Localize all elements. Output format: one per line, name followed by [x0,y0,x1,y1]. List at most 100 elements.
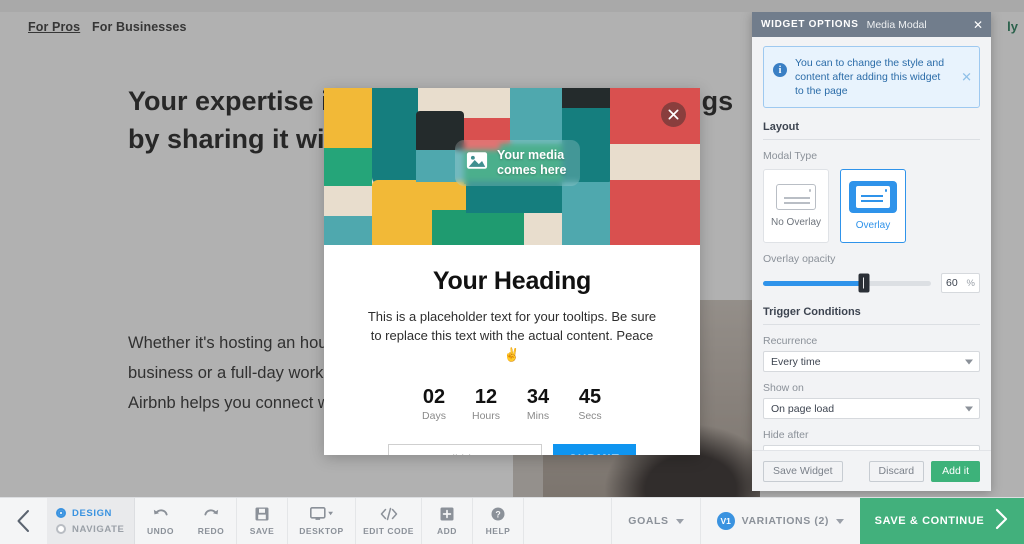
countdown-label: Secs [574,410,606,422]
tool-label: DESKTOP [299,526,343,536]
countdown-label: Mins [522,410,554,422]
hide-after-value: 20 [771,450,783,451]
variations-label: VARIATIONS (2) [742,515,829,527]
countdown-label: Hours [470,410,502,422]
signup-row: SUBMIT [358,444,666,455]
modal-type-option-label: Overlay [856,220,890,231]
countdown-unit-mins: 34 Mins [522,386,554,422]
editor-bottom-toolbar: DESIGN NAVIGATE UNDO REDO [0,497,1024,544]
modal-subtext: This is a placeholder text for your tool… [367,307,657,364]
countdown-value: 45 [574,386,606,408]
add-it-button[interactable]: Add it [931,461,980,482]
modal-media-area: Your media comes here [324,88,700,245]
countdown-value: 34 [522,386,554,408]
hide-after-label: Hide after [763,429,980,441]
toolbar-spacer [524,498,611,544]
show-on-select[interactable]: On page load [763,398,980,419]
modal-type-options: No Overlay Overlay [763,169,980,243]
hide-after-field[interactable]: 20 seconds [763,445,980,450]
save-disk-icon [255,506,269,521]
countdown-unit-secs: 45 Secs [574,386,606,422]
art-swatch [610,88,700,146]
overlay-opacity-value: 60 [946,277,958,289]
media-modal-preview: Your media comes here Your Heading This … [324,88,700,455]
question-circle-icon: ? [491,506,505,521]
radio-icon [56,508,66,518]
widget-panel-title: WIDGET OPTIONS [761,19,859,30]
close-icon[interactable] [661,102,686,127]
overlay-opacity-label: Overlay opacity [763,253,980,265]
tool-label: REDO [198,526,225,536]
overlay-opacity-control: 60 % [763,273,980,293]
goals-label: GOALS [628,515,668,527]
monitor-icon [310,506,334,521]
code-brackets-icon [380,506,398,521]
no-overlay-thumbnail-icon [776,184,816,210]
chevron-down-icon [965,406,973,411]
trigger-conditions-title: Trigger Conditions [763,306,980,325]
browser-chrome-strip [0,0,1024,12]
show-on-value: On page load [771,403,834,415]
info-banner-text: You can to change the style and content … [795,56,945,98]
widget-panel-footer: Save Widget Discard Add it [752,450,991,491]
overlay-opacity-input[interactable]: 60 % [941,273,980,293]
variations-dropdown[interactable]: V1 VARIATIONS (2) [700,498,860,544]
email-field[interactable] [388,444,542,455]
mode-switch: DESIGN NAVIGATE [47,498,135,544]
modal-type-option-label: No Overlay [771,217,821,228]
mode-option-navigate[interactable]: NAVIGATE [56,524,134,535]
art-swatch [418,88,506,113]
close-icon[interactable]: ✕ [973,19,983,31]
art-swatch [324,148,372,188]
modal-type-option-no-overlay[interactable]: No Overlay [763,169,829,243]
chevron-down-icon [965,359,973,364]
goals-dropdown[interactable]: GOALS [611,498,699,544]
save-widget-button[interactable]: Save Widget [763,461,843,482]
submit-button[interactable]: SUBMIT [553,444,636,455]
modal-type-label: Modal Type [763,150,980,162]
mode-option-label: NAVIGATE [72,524,124,535]
recurrence-value: Every time [771,356,821,368]
discard-button[interactable]: Discard [869,461,925,482]
art-swatch [372,216,432,245]
art-swatch [562,88,610,110]
desktop-viewport-button[interactable]: DESKTOP [288,498,356,544]
modal-heading: Your Heading [358,267,666,296]
slider-thumb[interactable] [858,274,869,293]
mode-option-design[interactable]: DESIGN [56,508,134,519]
add-button[interactable]: ADD [422,498,473,544]
hide-after-unit: seconds [921,450,960,451]
chevron-down-icon [676,519,684,524]
art-swatch [324,186,372,218]
tool-label: HELP [486,526,511,536]
modal-body: Your Heading This is a placeholder text … [324,245,700,455]
svg-text:?: ? [495,509,500,519]
countdown-unit-days: 02 Days [418,386,450,422]
media-placeholder-line2: comes here [497,163,566,177]
media-placeholder-badge: Your media comes here [455,140,580,186]
art-swatch [610,180,700,245]
edit-code-button[interactable]: EDIT CODE [356,498,422,544]
art-swatch [372,88,418,185]
recurrence-select[interactable]: Every time [763,351,980,372]
undo-button[interactable]: UNDO [135,498,186,544]
save-and-continue-label: SAVE & CONTINUE [875,515,985,527]
variation-badge: V1 [717,512,735,530]
save-button[interactable]: SAVE [237,498,288,544]
chevron-right-icon [994,508,1009,535]
plus-square-icon [440,506,454,521]
help-button[interactable]: ? HELP [473,498,524,544]
redo-arrow-icon [203,506,220,521]
redo-button[interactable]: REDO [186,498,237,544]
close-icon[interactable]: ✕ [961,71,972,84]
recurrence-label: Recurrence [763,335,980,347]
modal-type-option-overlay[interactable]: Overlay [840,169,906,243]
save-and-continue-button[interactable]: SAVE & CONTINUE [860,498,1024,544]
image-icon [466,151,488,175]
countdown-unit-hours: 12 Hours [470,386,502,422]
slider-fill [763,281,864,286]
overlay-opacity-slider[interactable] [763,281,931,286]
widget-panel-subtitle: Media Modal [867,19,927,31]
chevron-left-icon[interactable] [0,498,47,544]
widget-panel-content: i You can to change the style and conten… [752,37,991,450]
